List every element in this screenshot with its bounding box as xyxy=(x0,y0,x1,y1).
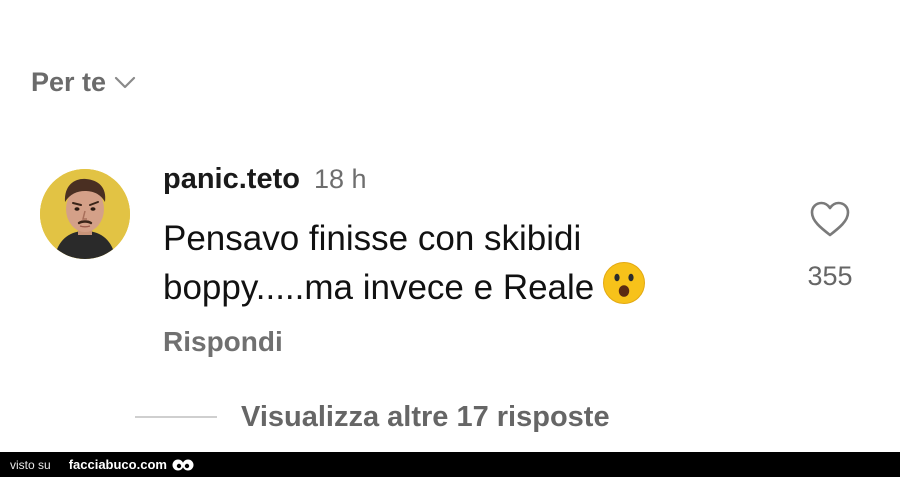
comment-timestamp: 18 h xyxy=(313,164,367,194)
comment: panic.teto 18 h Pensavo finisse con skib… xyxy=(163,163,783,316)
avatar[interactable] xyxy=(40,169,130,259)
astonished-face-icon xyxy=(602,261,646,316)
watermark-prefix: visto su xyxy=(10,457,51,472)
watermark-brand[interactable]: facciabuco.com xyxy=(69,457,167,472)
feed-filter-dropdown[interactable]: Per te xyxy=(31,62,136,102)
like-control: 355 xyxy=(798,200,862,292)
view-more-replies-label: Visualizza altre 17 risposte xyxy=(241,400,610,433)
view-more-replies[interactable]: Visualizza altre 17 risposte xyxy=(135,396,610,438)
chevron-down-icon xyxy=(114,76,136,90)
eyes-logo-icon xyxy=(171,457,195,473)
reply-button[interactable]: Rispondi xyxy=(163,326,283,358)
feed-filter-label: Per te xyxy=(31,66,107,97)
comment-text: Pensavo finisse con skibidi boppy.....ma… xyxy=(163,217,763,316)
heart-icon[interactable] xyxy=(809,200,851,243)
comment-body: Pensavo finisse con skibidi boppy.....ma… xyxy=(163,219,595,307)
comment-meta: panic.teto 18 h xyxy=(163,163,783,205)
watermark-bar: visto su facciabuco.com xyxy=(0,452,900,477)
thread-divider xyxy=(135,416,217,418)
like-count: 355 xyxy=(807,261,853,291)
comment-username[interactable]: panic.teto xyxy=(163,163,300,196)
